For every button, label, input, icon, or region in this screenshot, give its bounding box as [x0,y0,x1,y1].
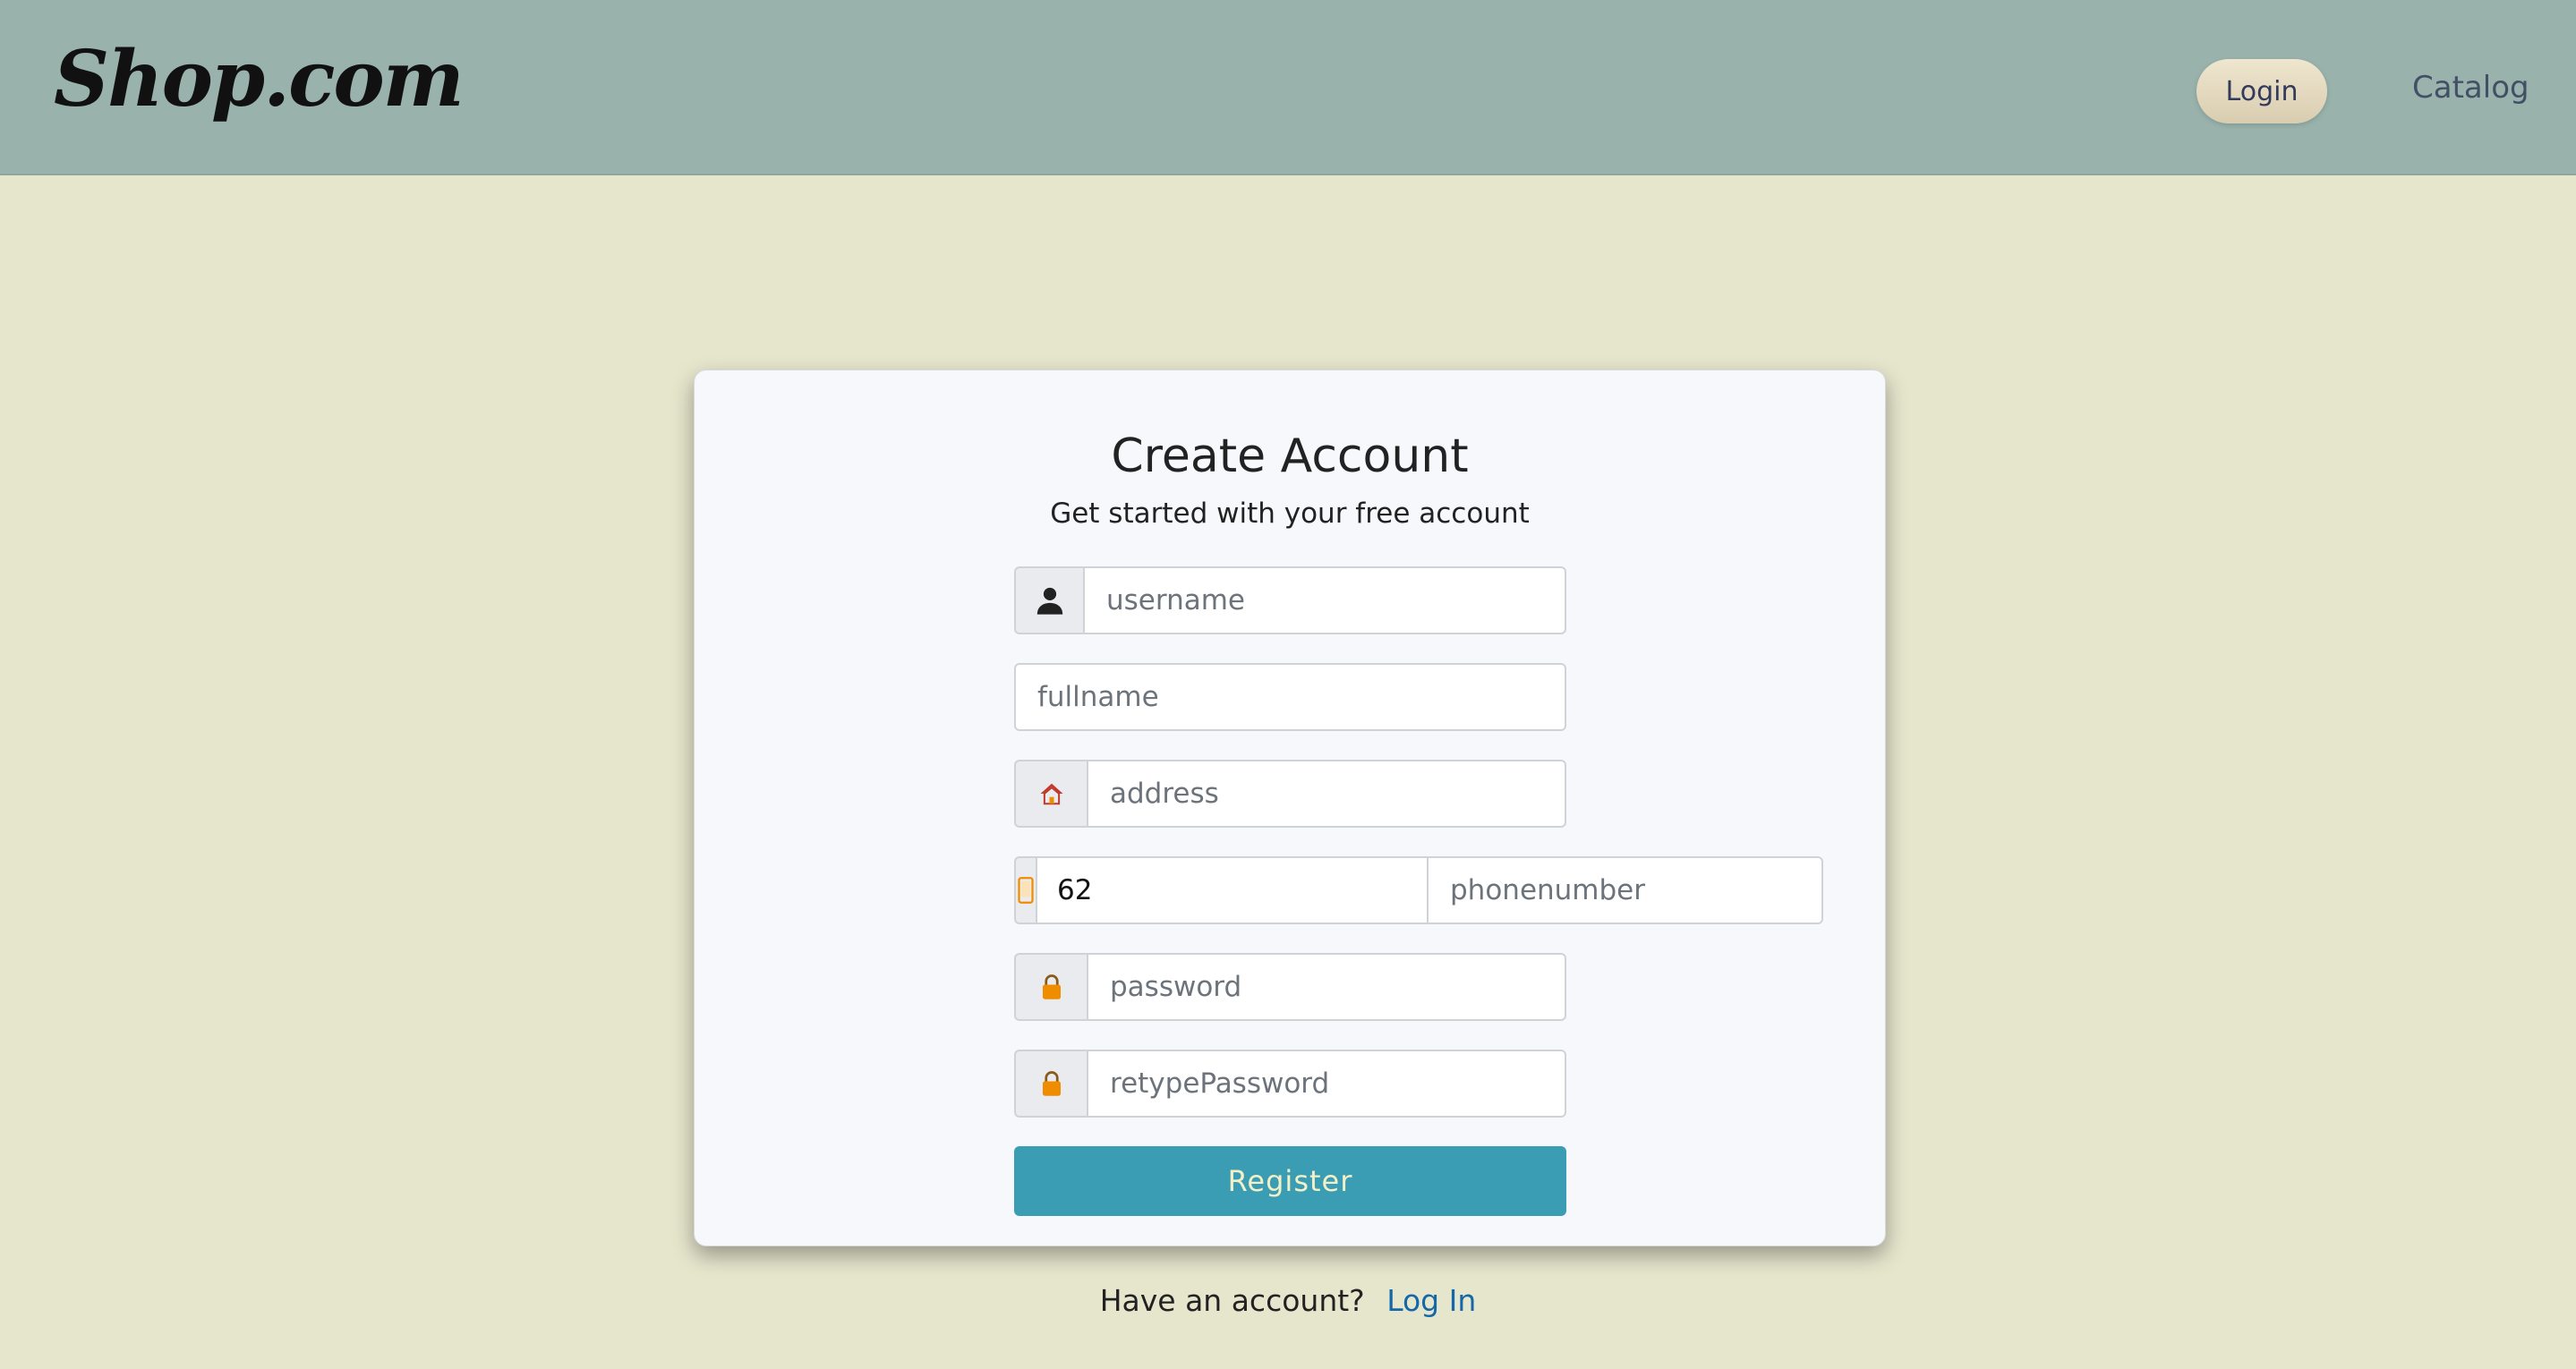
top-navbar: Shop.com Login Catalog [0,0,2576,175]
phone-field-group [1014,856,1823,924]
page-title: Create Account [1111,429,1469,483]
have-account-text: Have an account? [1099,1283,1365,1318]
page-subtitle: Get started with your free account [1050,497,1530,530]
address-field-group [1014,760,1566,828]
login-prompt: Have an account? Log In [0,1283,2576,1318]
login-button[interactable]: Login [2196,59,2327,123]
fullname-input[interactable] [1014,663,1566,731]
phone-icon [1014,856,1036,924]
address-input[interactable] [1087,760,1566,828]
home-icon [1014,760,1087,828]
register-button[interactable]: Register [1014,1146,1566,1216]
log-in-link[interactable]: Log In [1386,1283,1476,1318]
brand-logo[interactable]: Shop.com [54,34,465,124]
retype-password-input[interactable] [1087,1050,1566,1118]
country-code-input[interactable] [1036,856,1427,924]
password-field-group [1014,953,1566,1021]
username-input[interactable] [1083,566,1566,634]
username-field-group [1014,566,1566,634]
create-account-card: Create Account Get started with your fre… [694,370,1886,1246]
user-icon [1014,566,1083,634]
fullname-field-group [1014,663,1566,731]
lock-icon [1014,1050,1087,1118]
catalog-link[interactable]: Catalog [2412,70,2529,106]
password-input[interactable] [1087,953,1566,1021]
retype-password-field-group [1014,1050,1566,1118]
lock-icon [1014,953,1087,1021]
phone-number-input[interactable] [1427,856,1823,924]
